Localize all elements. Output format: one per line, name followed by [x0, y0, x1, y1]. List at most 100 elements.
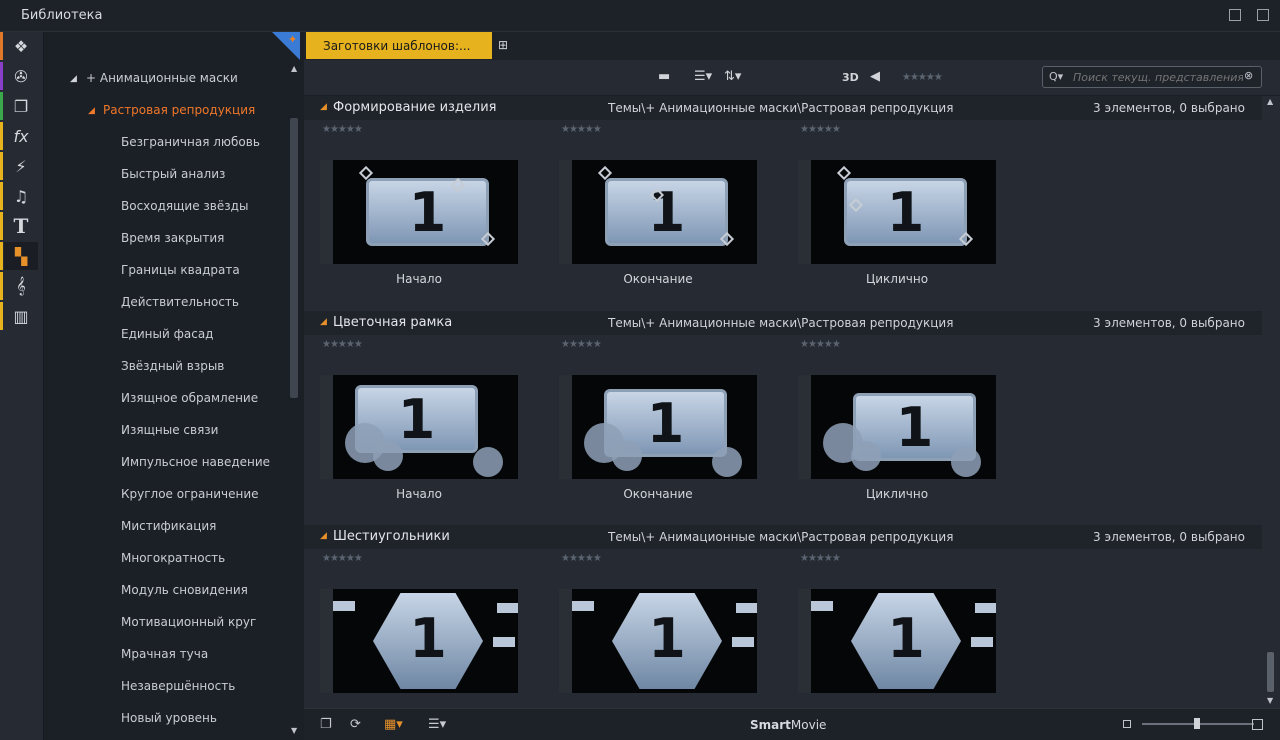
template-thumbnail[interactable]: 1 — [798, 160, 996, 264]
template-thumbnail[interactable]: 1 — [798, 375, 996, 479]
item-label: Начало — [396, 272, 442, 286]
tree-item[interactable]: Единый фасад — [121, 327, 213, 341]
template-item[interactable]: ★★★★★ 1 Циклично — [798, 120, 998, 300]
category-box[interactable]: ❖ — [0, 32, 38, 60]
tree-item[interactable]: Быстрый анализ — [121, 167, 225, 181]
template-item[interactable]: ★★★★★ 1 Окончание — [559, 335, 759, 515]
tree-item-parent[interactable]: + Анимационные маски — [86, 71, 238, 85]
template-item[interactable]: ★★★★★ 1 Циклично — [798, 335, 998, 515]
template-thumbnail[interactable]: 1 — [798, 589, 996, 693]
undock-icon[interactable] — [1229, 9, 1241, 21]
restore-icon[interactable] — [1257, 9, 1269, 21]
tree-item[interactable]: Действительность — [121, 295, 239, 309]
tree-item[interactable]: Мрачная туча — [121, 647, 208, 661]
tree-item[interactable]: Мотивационный круг — [121, 615, 256, 629]
item-rating[interactable]: ★★★★★ — [800, 124, 841, 135]
zoom-slider-knob[interactable] — [1194, 718, 1200, 729]
item-rating[interactable]: ★★★★★ — [322, 553, 363, 564]
copy-icon[interactable]: ❐ — [320, 717, 332, 732]
tag-icon[interactable]: ◀ — [870, 69, 880, 84]
content-scrollbar-thumb[interactable] — [1267, 652, 1274, 692]
template-thumbnail[interactable]: 1 — [320, 589, 518, 693]
tree-scroll-down-icon[interactable]: ▼ — [291, 726, 297, 735]
clear-search-icon[interactable]: ⊗ — [1244, 69, 1253, 82]
3d-filter-button[interactable]: 3D — [842, 71, 859, 84]
scroll-up-icon[interactable]: ▲ — [1267, 97, 1273, 106]
template-item[interactable]: ★★★★★ 1 — [320, 549, 520, 708]
group-header[interactable]: ◢ Цветочная рамка Темы\+ Анимационные маск… — [304, 311, 1262, 335]
category-montage[interactable]: ▚ — [0, 242, 38, 270]
template-item[interactable]: ★★★★★ 1 Окончание — [559, 120, 759, 300]
tree-item[interactable]: Круглое ограничение — [121, 487, 259, 501]
tree-item[interactable]: Восходящие звёзды — [121, 199, 248, 213]
film-reel-icon: ✇ — [14, 66, 28, 86]
tree-expand-parent-icon[interactable]: ◢ — [70, 74, 77, 84]
grid-view-icon[interactable]: ▦▾ — [384, 717, 403, 732]
group-collapse-icon[interactable]: ◢ — [320, 531, 327, 541]
folder-icon[interactable]: ▬ — [658, 69, 670, 84]
smartmovie-button[interactable]: SmartMovie — [750, 718, 826, 732]
window-title: Библиотека — [21, 8, 103, 23]
item-rating[interactable]: ★★★★★ — [322, 124, 363, 135]
category-photo-stack[interactable]: ❐ — [0, 92, 38, 120]
category-lightning[interactable]: ⚡ — [0, 152, 38, 180]
tree-scrollbar-thumb[interactable] — [290, 118, 298, 398]
template-item[interactable]: ★★★★★ 1 Начало — [320, 120, 520, 300]
tree-item[interactable]: Звёздный взрыв — [121, 359, 224, 373]
details-view-icon[interactable]: ☰▾ — [428, 717, 446, 732]
template-thumbnail[interactable]: 1 — [559, 375, 757, 479]
tree-item[interactable]: Мистификация — [121, 519, 216, 533]
rating-filter[interactable]: ★★★★★ — [902, 72, 943, 83]
tree-item[interactable]: Границы квадрата — [121, 263, 240, 277]
item-rating[interactable]: ★★★★★ — [561, 124, 602, 135]
category-treble-clef[interactable]: 𝄞 — [0, 272, 38, 300]
tree-item[interactable]: Новый уровень — [121, 711, 217, 725]
template-item[interactable]: ★★★★★ 1 — [798, 549, 998, 708]
search-input[interactable] — [1073, 69, 1243, 85]
template-thumbnail[interactable]: 1 — [559, 160, 757, 264]
category-film-reel[interactable]: ✇ — [0, 62, 38, 90]
zoom-small-icon[interactable] — [1123, 720, 1131, 728]
item-rating[interactable]: ★★★★★ — [322, 339, 363, 350]
sync-icon[interactable]: ⟳ — [350, 717, 361, 732]
tree-item[interactable]: Модуль сновидения — [121, 583, 248, 597]
scroll-down-icon[interactable]: ▼ — [1267, 696, 1273, 705]
search-icon[interactable]: Q▾ — [1049, 70, 1063, 83]
tree-item[interactable]: Импульсное наведение — [121, 455, 270, 469]
tree-scroll-up-icon[interactable]: ▲ — [291, 64, 297, 73]
pin-icon[interactable]: ✦ — [288, 33, 297, 46]
group-collapse-icon[interactable]: ◢ — [320, 102, 327, 112]
tree-item[interactable]: Время закрытия — [121, 231, 224, 245]
item-rating[interactable]: ★★★★★ — [800, 553, 841, 564]
tree-item[interactable]: Изящные связи — [121, 423, 218, 437]
tree-item[interactable]: Многократность — [121, 551, 225, 565]
item-rating[interactable]: ★★★★★ — [561, 553, 602, 564]
group-header[interactable]: ◢ Шестиугольники Темы\+ Анимационные маски… — [304, 525, 1262, 549]
template-thumbnail[interactable]: 1 — [559, 589, 757, 693]
category-piano-keys[interactable]: ▥ — [0, 302, 38, 330]
category-color-strip — [0, 272, 3, 300]
category-title-text[interactable]: T — [0, 212, 38, 240]
tree-item[interactable]: Безграничная любовь — [121, 135, 260, 149]
tab-templates[interactable]: Заготовки шаблонов:... — [306, 32, 492, 59]
zoom-large-icon[interactable] — [1252, 719, 1263, 730]
list-view-icon[interactable]: ☰▾ — [694, 69, 712, 84]
category-music-note[interactable]: ♫ — [0, 182, 38, 210]
item-rating[interactable]: ★★★★★ — [561, 339, 602, 350]
add-tab-icon[interactable]: ⊞ — [498, 38, 508, 52]
tree-item[interactable]: Изящное обрамление — [121, 391, 258, 405]
category-color-strip — [0, 62, 3, 90]
item-rating[interactable]: ★★★★★ — [800, 339, 841, 350]
zoom-slider[interactable] — [1142, 718, 1254, 729]
group-collapse-icon[interactable]: ◢ — [320, 317, 327, 327]
template-item[interactable]: ★★★★★ 1 — [559, 549, 759, 708]
sort-icon[interactable]: ⇅▾ — [724, 69, 741, 84]
template-item[interactable]: ★★★★★ 1 Начало — [320, 335, 520, 515]
group-header[interactable]: ◢ Формирование изделия Темы\+ Анимационные… — [304, 96, 1262, 120]
template-thumbnail[interactable]: 1 — [320, 375, 518, 479]
category-fx[interactable]: fx — [0, 122, 38, 150]
tree-expand-selected-icon[interactable]: ◢ — [88, 106, 95, 116]
template-thumbnail[interactable]: 1 — [320, 160, 518, 264]
tree-item[interactable]: Незавершённость — [121, 679, 235, 693]
tree-item-selected[interactable]: Растровая репродукция — [103, 103, 255, 117]
